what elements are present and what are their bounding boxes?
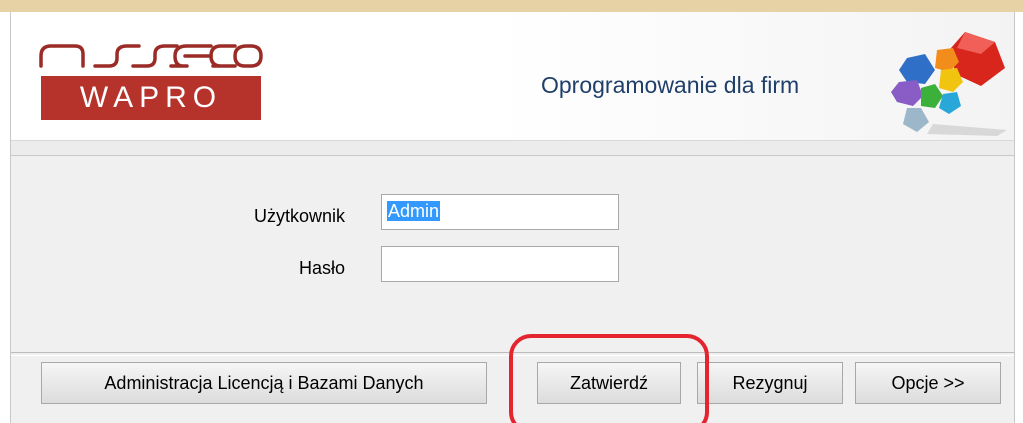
colored-cubes-logo-icon [891,32,1007,136]
wapro-logo: WAPRO [41,76,261,120]
annotation-highlight-circle [509,334,709,423]
login-dialog: asseco WAPRO Oprogramowanie dla firm Uży… [10,12,1015,423]
window-frame-top [0,0,1023,12]
options-button[interactable]: Opcje >> [855,362,1001,404]
header-banner: asseco WAPRO Oprogramowanie dla firm [11,12,1014,140]
user-input[interactable]: Admin [381,194,619,230]
cancel-button[interactable]: Rezygnuj [697,362,843,404]
user-input-value: Admin [387,201,441,221]
asseco-logo-text: asseco [35,32,39,33]
password-input[interactable] [381,246,619,282]
license-admin-button[interactable]: Administracja Licencją i Bazami Danych [41,362,487,404]
tagline: Oprogramowanie dla firm [541,72,800,98]
asseco-logo: asseco [35,32,263,68]
banner-separator [11,140,1014,156]
user-label: Użytkownik [253,206,345,226]
password-label: Hasło [298,258,345,278]
